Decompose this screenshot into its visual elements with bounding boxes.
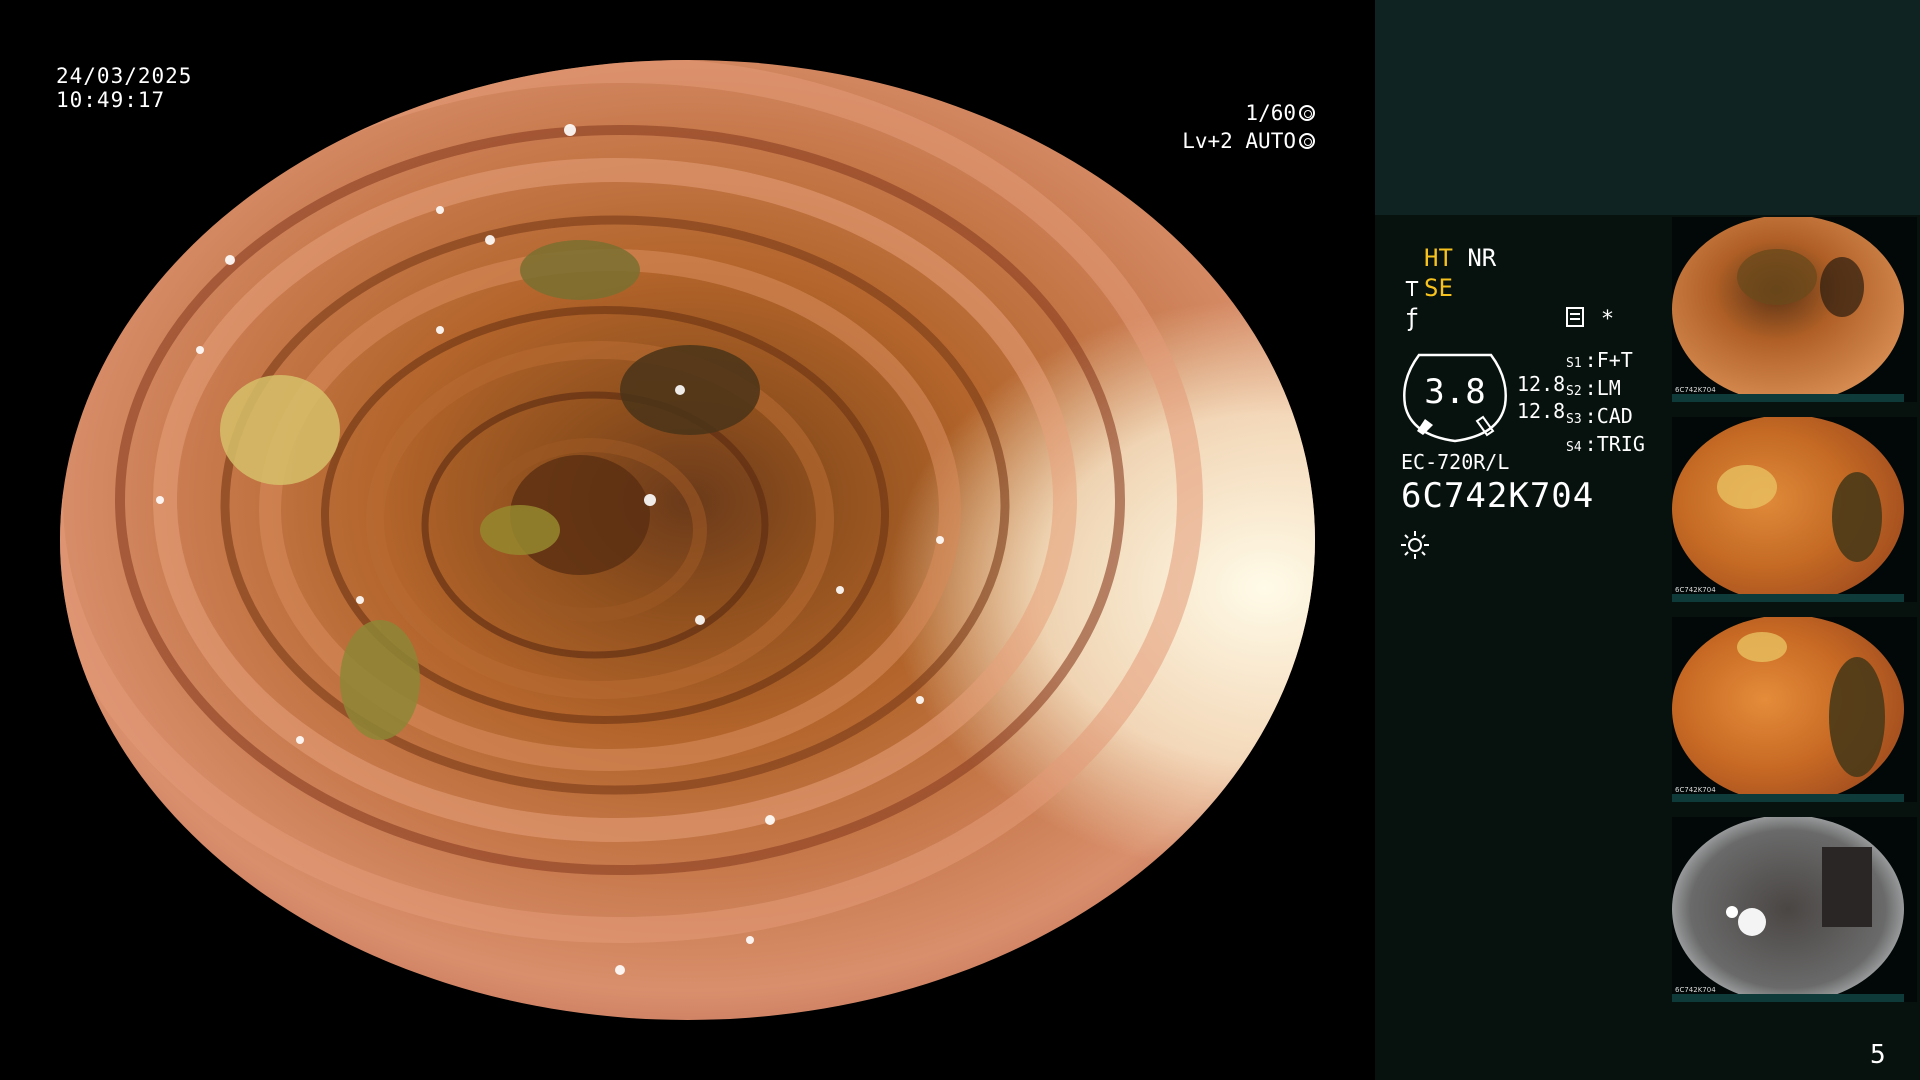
shutter-icon — [1299, 105, 1315, 121]
page-number: 5 — [1870, 1040, 1886, 1070]
se-indicator: SE — [1424, 274, 1453, 302]
thumbnail-2-label: 6C742K704 — [1675, 586, 1716, 594]
gauge-readouts: 12.8 12.8 — [1517, 371, 1565, 425]
scope-switch-2: S2:LM — [1566, 376, 1621, 400]
serial-number: 6C742K704 — [1401, 476, 1595, 516]
thumbnail-3-bar — [1672, 794, 1904, 802]
nr-indicator: NR — [1467, 244, 1497, 272]
scope-switch-1: S1:F+T — [1566, 348, 1633, 372]
shutter-label: 1/60 — [1245, 101, 1296, 125]
readout-2: 12.8 — [1517, 399, 1566, 423]
freeze-icon: ƒ — [1404, 304, 1420, 332]
gauge-value: 3.8 — [1424, 372, 1486, 412]
date-label: 24/03/2025 — [56, 64, 193, 88]
scope-switch-4: S4:TRIG — [1566, 432, 1645, 456]
asterisk-icon: * — [1602, 307, 1613, 332]
scope-model: EC-720R/L — [1401, 450, 1510, 474]
panel-header-block — [1375, 0, 1920, 215]
thumbnail-1-bar — [1672, 394, 1904, 402]
scope-switch-list: S1:F+T S2:LM S3:CAD S4:TRIG — [1566, 348, 1645, 460]
date-time-stamp: 24/03/2025 10:49:17 — [56, 64, 192, 112]
thumbnail-1[interactable]: 6C742K704 — [1672, 217, 1917, 402]
light-source-icon — [1401, 531, 1429, 559]
exposure-info: 1/60 Lv+2 AUTO — [1182, 99, 1315, 155]
settings-icon-row: * — [1566, 307, 1613, 332]
readout-1: 12.8 — [1517, 372, 1566, 396]
thumbnail-2[interactable]: 6C742K704 — [1672, 417, 1917, 602]
thumbnail-1-label: 6C742K704 — [1675, 386, 1716, 394]
endoscopic-image — [60, 60, 1315, 1020]
record-icon — [1566, 307, 1584, 327]
endoscope-view: 24/03/2025 10:49:17 1/60 Lv+2 AUTO — [0, 0, 1375, 1080]
enhance-icon: ⊤ — [1404, 274, 1420, 302]
thumbnail-4-bar — [1672, 994, 1904, 1002]
scope-switch-3: S3:CAD — [1566, 404, 1633, 428]
thumbnail-4[interactable]: 6C742K704 — [1672, 817, 1917, 1002]
iris-label: Lv+2 AUTO — [1182, 129, 1296, 153]
thumbnail-2-bar — [1672, 594, 1904, 602]
mode-indicators: HT NR ⊤ SE ƒ — [1405, 243, 1497, 333]
thumbnail-3[interactable]: 6C742K704 — [1672, 617, 1917, 802]
ht-indicator: HT — [1424, 244, 1453, 272]
iris-icon — [1299, 133, 1315, 149]
thumbnail-4-label: 6C742K704 — [1675, 986, 1716, 994]
thumbnail-3-label: 6C742K704 — [1675, 786, 1716, 794]
time-label: 10:49:17 — [56, 88, 166, 112]
